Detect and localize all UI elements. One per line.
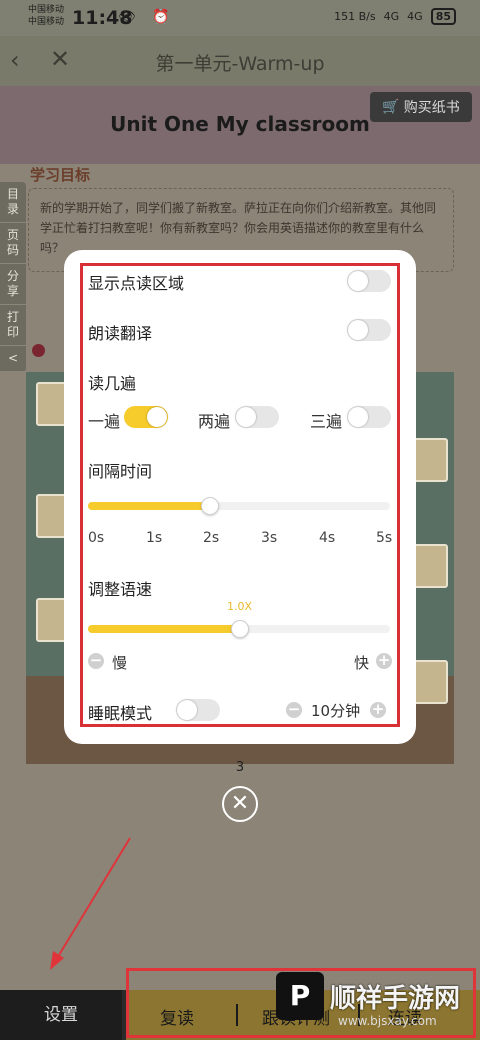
annotation-frame: [80, 263, 400, 727]
watermark-url: www.bjsxay.com: [338, 1014, 437, 1028]
watermark: P 顺祥手游网: [276, 972, 460, 1020]
watermark-logo-icon: P: [276, 972, 324, 1020]
watermark-name: 顺祥手游网: [330, 983, 461, 1014]
